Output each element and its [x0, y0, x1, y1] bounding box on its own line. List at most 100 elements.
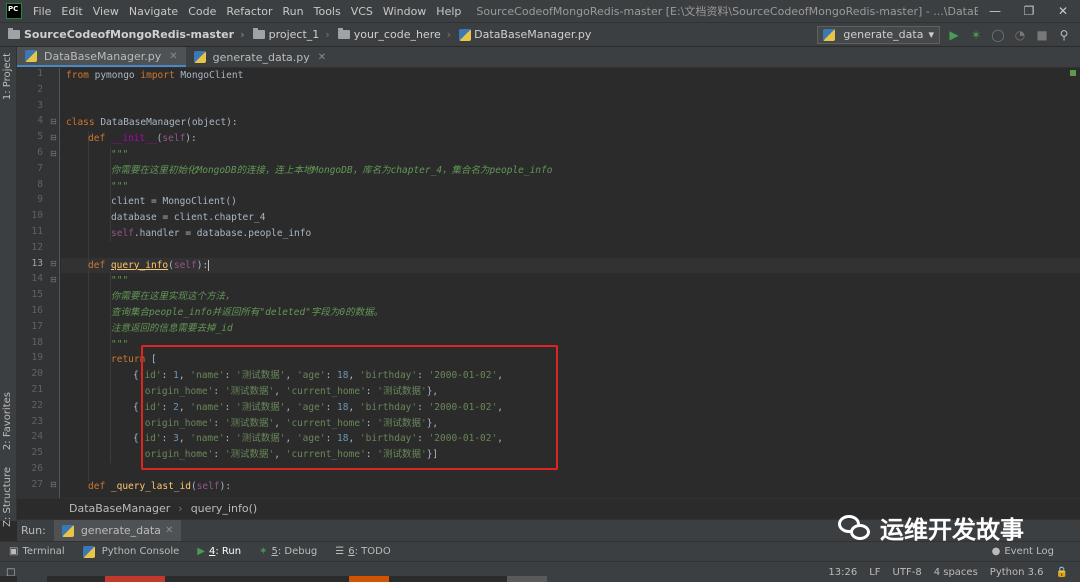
line-number: 1: [37, 68, 43, 79]
fold-marker-icon[interactable]: ⊟: [50, 275, 57, 284]
menu-run[interactable]: Run: [278, 5, 309, 18]
dropdown-arrow-icon: ▾: [928, 28, 934, 41]
line-number: 4: [37, 115, 43, 127]
breadcrumb-class[interactable]: DataBaseManager: [69, 502, 170, 515]
tab-generate-data[interactable]: generate_data.py ✕: [186, 47, 335, 67]
fold-marker-icon[interactable]: ⊟: [50, 117, 57, 126]
menu-edit[interactable]: Edit: [56, 5, 87, 18]
menu-tools[interactable]: Tools: [309, 5, 346, 18]
window-title: SourceCodeofMongoRedis-master [E:\文档资料\S…: [476, 5, 978, 18]
terminal-icon: ▣: [9, 546, 19, 557]
fold-marker-icon[interactable]: ⊟: [50, 149, 57, 158]
line-number: 3: [37, 99, 43, 111]
code-token: DataBaseManager(object):: [94, 117, 238, 129]
run-icon[interactable]: ▶: [946, 27, 962, 43]
code-token: ):: [219, 480, 232, 492]
structure-tool-tab[interactable]: Z: Structure: [2, 467, 13, 527]
code-line-16: 查询集合people_info并返回所有"deleted"字段为0的数据。: [111, 307, 384, 318]
close-icon[interactable]: ✕: [169, 51, 177, 62]
folder-icon: [337, 28, 350, 39]
breadcrumb-method[interactable]: query_info(): [191, 502, 257, 515]
nav-project[interactable]: SourceCodeofMongoRedis-master ›: [0, 28, 245, 41]
tab-event-log[interactable]: ● Event Log: [992, 546, 1080, 557]
editor-tabs: DataBaseManager.py ✕ generate_data.py ✕: [17, 47, 1080, 68]
code-line-15: 你需要在这里实现这个方法，: [111, 291, 235, 303]
search-icon[interactable]: ⚲: [1056, 27, 1072, 43]
line-number-gutter: 1 2 3 4 5 6 7 8 9 10 11 12 13 14 15 16 1…: [17, 68, 60, 498]
bottom-tool-tabs: ▣ Terminal Python Console ▶ 4: Run ✶ 5: …: [0, 541, 1080, 561]
close-icon[interactable]: ✕: [318, 52, 326, 63]
python-file-icon: [25, 50, 37, 62]
tab-run[interactable]: ▶ 4: Run: [188, 546, 250, 557]
code-token: pymongo: [88, 70, 141, 81]
todo-icon: ☰: [335, 546, 345, 557]
menu-vcs[interactable]: VCS: [346, 5, 378, 18]
run-panel-label: Run:: [21, 524, 46, 537]
fold-marker-icon[interactable]: ⊟: [50, 259, 57, 268]
menu-refactor[interactable]: Refactor: [221, 5, 277, 18]
tab-debug[interactable]: ✶ 5: Debug: [250, 546, 326, 557]
menu-file[interactable]: File: [28, 5, 56, 18]
python-file-icon: [823, 28, 836, 41]
event-log-icon: ●: [991, 546, 1001, 557]
tab-python-console[interactable]: Python Console: [74, 545, 189, 558]
wechat-icon: [838, 513, 872, 543]
close-icon[interactable]: ✕: [165, 525, 173, 536]
line-number: 11: [31, 226, 43, 237]
project-tool-tab[interactable]: 1: Project: [2, 53, 13, 100]
code-token: self: [196, 480, 220, 492]
tab-database-manager[interactable]: DataBaseManager.py ✕: [17, 47, 186, 67]
menu-view[interactable]: View: [88, 5, 124, 18]
code-editor[interactable]: 1 2 3 4 5 6 7 8 9 10 11 12 13 14 15 16 1…: [17, 68, 1080, 498]
code-token: def: [88, 259, 106, 271]
navigation-bar: SourceCodeofMongoRedis-master › project_…: [0, 23, 1080, 47]
stop-icon[interactable]: ■: [1034, 27, 1050, 43]
run-icon: ▶: [197, 546, 205, 557]
favorites-tool-tab[interactable]: 2: Favorites: [2, 392, 13, 450]
fold-marker-icon[interactable]: ⊟: [50, 480, 57, 489]
tab-run-label: 4: Run: [208, 546, 242, 557]
run-configuration-select[interactable]: generate_data ▾: [817, 25, 940, 44]
code-line-4: class DataBaseManager(object):: [66, 115, 238, 131]
menu-code[interactable]: Code: [183, 5, 221, 18]
coverage-icon[interactable]: ◯: [990, 27, 1006, 43]
code-token: self: [173, 259, 197, 271]
debug-icon[interactable]: ✶: [968, 27, 984, 43]
menu-navigate[interactable]: Navigate: [124, 5, 183, 18]
code-area[interactable]: from pymongo import MongoClient class Da…: [61, 68, 1080, 498]
nav-folder-your-code-here[interactable]: your_code_here ›: [330, 28, 451, 41]
tab-todo-label: 6: TODO: [348, 546, 391, 557]
minimize-button[interactable]: —: [978, 0, 1012, 23]
run-tab-label: generate_data: [80, 524, 161, 537]
restore-button[interactable]: ❐: [1012, 0, 1046, 23]
python-file-icon: [61, 524, 74, 537]
code-token: import: [140, 70, 175, 81]
line-number: 5: [37, 131, 43, 143]
close-button[interactable]: ✕: [1046, 0, 1080, 23]
line-number: 21: [31, 384, 43, 395]
line-number-current: 13: [31, 257, 43, 269]
fold-marker-icon[interactable]: ⊟: [50, 133, 57, 142]
tab-label: generate_data.py: [212, 50, 310, 64]
line-number: 16: [31, 305, 43, 316]
code-token: class: [66, 117, 95, 129]
nav-folder-project-1[interactable]: project_1 ›: [245, 28, 330, 41]
tab-todo[interactable]: ☰ 6: TODO: [326, 546, 399, 557]
code-token: ):: [185, 133, 197, 145]
code-token: def: [88, 480, 106, 492]
line-number: 7: [37, 162, 43, 174]
nav-file[interactable]: DataBaseManager.py: [451, 28, 591, 41]
code-line-9: client = MongoClient(): [111, 196, 237, 208]
menu-help[interactable]: Help: [431, 5, 466, 18]
tab-terminal[interactable]: ▣ Terminal: [0, 546, 74, 557]
nav-folder-label: your_code_here: [353, 28, 441, 41]
profile-icon[interactable]: ◔: [1012, 27, 1028, 43]
menu-window[interactable]: Window: [378, 5, 431, 18]
line-number: 25: [31, 447, 43, 459]
inspection-ok-icon[interactable]: [1070, 70, 1076, 76]
line-number: 27: [31, 478, 43, 490]
chevron-right-icon: ›: [178, 502, 183, 515]
nav-file-label: DataBaseManager.py: [474, 28, 592, 41]
run-tab-generate-data[interactable]: generate_data ✕: [53, 519, 182, 542]
text-cursor: [208, 259, 210, 271]
